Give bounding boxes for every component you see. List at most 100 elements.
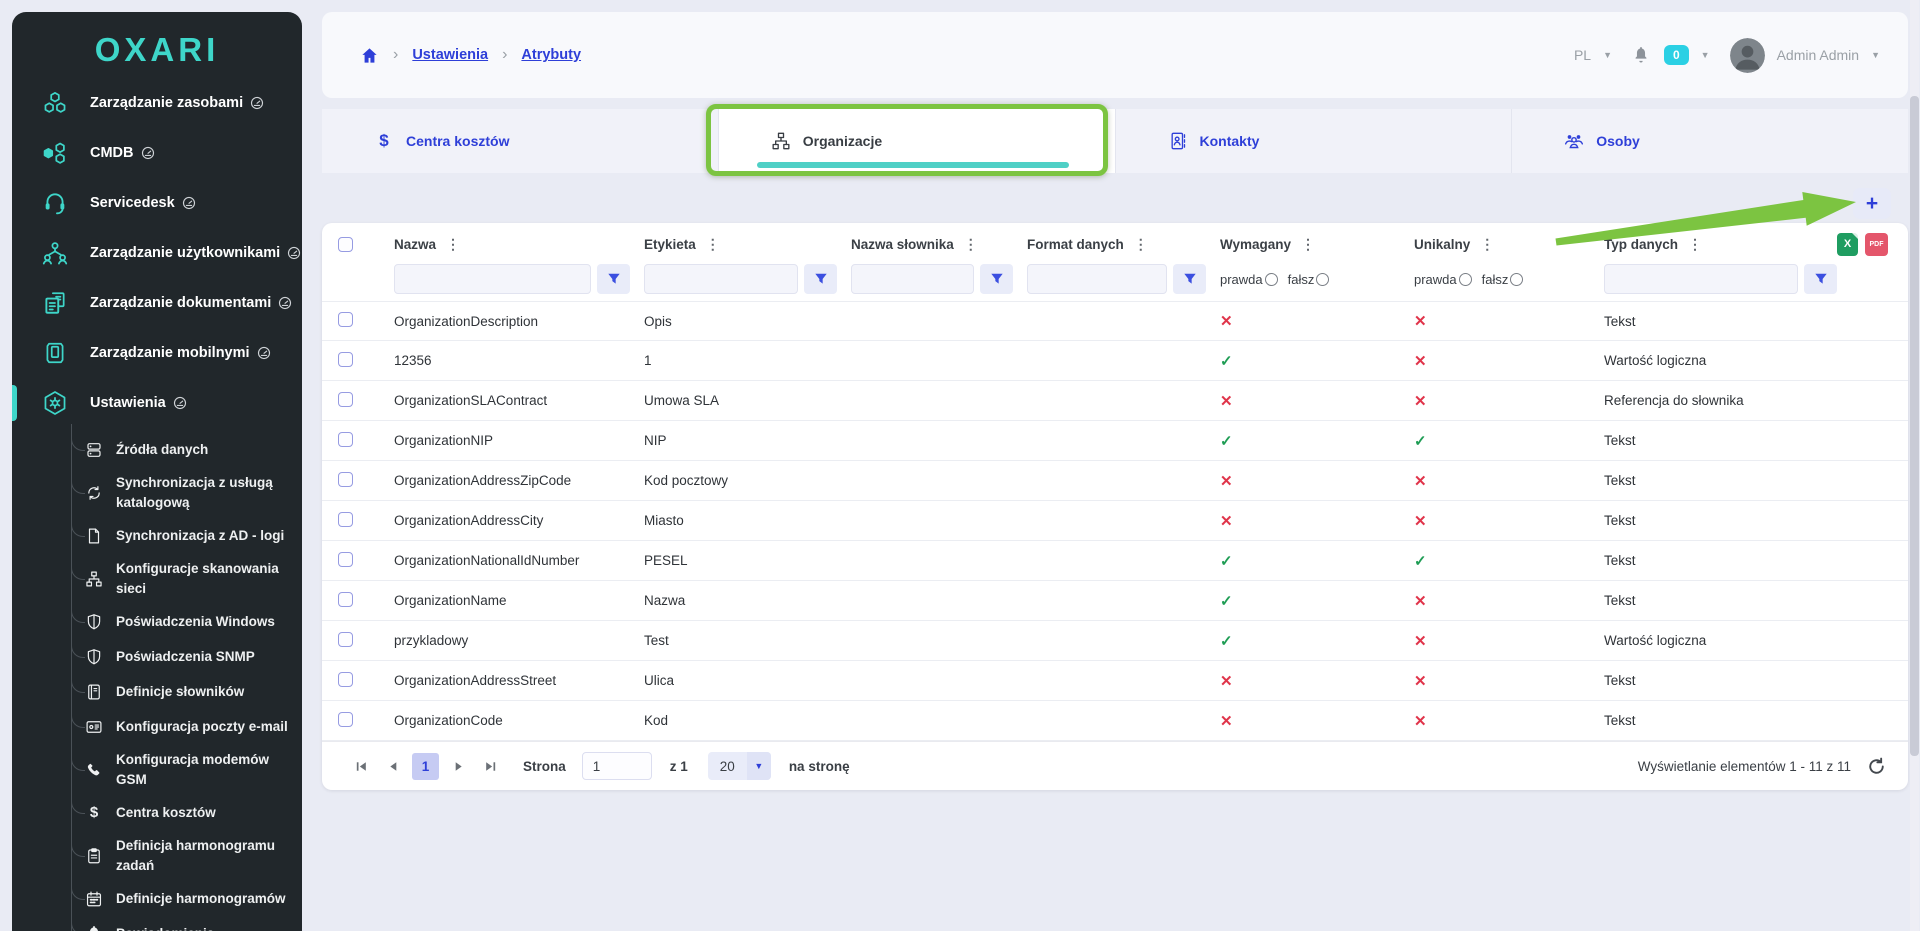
sidebar-subitem[interactable]: Konfiguracja poczty e-mail [12, 709, 302, 744]
current-page-button[interactable]: 1 [412, 753, 439, 780]
sidebar-subitem[interactable]: Definicje słowników [12, 674, 302, 709]
prev-page-icon[interactable] [380, 753, 406, 779]
refresh-icon[interactable] [1867, 757, 1886, 776]
scrollbar-thumb[interactable] [1910, 96, 1919, 756]
breadcrumb-link-ustawienia[interactable]: Ustawienia [412, 47, 488, 63]
column-header-nazwa-slownika: Nazwa słownika [851, 237, 954, 252]
sidebar: OXARI Zarządzanie zasobami CMDB Serviced… [12, 12, 302, 931]
tab-label: Organizacje [803, 133, 882, 149]
table-row[interactable]: OrganizationNIP NIP ✓ ✓ Tekst [322, 421, 1908, 461]
row-checkbox[interactable] [338, 632, 353, 647]
sidebar-item[interactable]: Zarządzanie dokumentami [12, 278, 302, 328]
filter-funnel-icon[interactable] [597, 264, 630, 294]
sidebar-subitem-label: Poświadczenia SNMP [116, 647, 255, 667]
table-row[interactable]: 12356 1 ✓ ✕ Wartość logiczna [322, 341, 1908, 381]
filter-funnel-icon[interactable] [980, 264, 1013, 294]
first-page-icon[interactable] [348, 753, 374, 779]
page-size-select[interactable]: 20 ▼ [708, 752, 771, 780]
radio-falsz[interactable] [1316, 273, 1329, 286]
chevron-down-icon[interactable]: ▼ [1871, 50, 1880, 60]
row-checkbox[interactable] [338, 312, 353, 327]
row-checkbox[interactable] [338, 592, 353, 607]
row-checkbox[interactable] [338, 672, 353, 687]
sidebar-item[interactable]: Zarządzanie użytkownikami [12, 228, 302, 278]
table-row[interactable]: przykladowy Test ✓ ✕ Wartość logiczna [322, 621, 1908, 661]
table-row[interactable]: OrganizationDescription Opis ✕ ✕ Tekst [322, 301, 1908, 341]
sidebar-subitem[interactable]: Źródła danych [12, 432, 302, 467]
sidebar-item[interactable]: CMDB [12, 128, 302, 178]
sidebar-item-label: Zarządzanie mobilnymi [90, 345, 250, 361]
table-row[interactable]: OrganizationNationalIdNumber PESEL ✓ ✓ T… [322, 541, 1908, 581]
column-menu-icon[interactable]: ⋮ [964, 236, 978, 253]
column-menu-icon[interactable]: ⋮ [706, 236, 720, 253]
filter-input-format-danych[interactable] [1027, 264, 1167, 294]
sidebar-subitem[interactable]: Poświadczenia SNMP [12, 639, 302, 674]
table-row[interactable]: OrganizationAddressStreet Ulica ✕ ✕ Teks… [322, 661, 1908, 701]
sidebar-subitem[interactable]: Konfiguracja modemów GSM [12, 744, 302, 795]
filter-funnel-icon[interactable] [1804, 264, 1837, 294]
tab[interactable]: Organizacje [719, 109, 1116, 173]
unique-mark: ✕ [1414, 313, 1427, 330]
tab[interactable]: Osoby [1512, 109, 1908, 173]
next-page-icon[interactable] [445, 753, 471, 779]
table-row[interactable]: OrganizationName Nazwa ✓ ✕ Tekst [322, 581, 1908, 621]
sidebar-subitem[interactable]: Konfiguracje skanowania sieci [12, 553, 302, 604]
select-all-checkbox[interactable] [338, 237, 353, 252]
column-menu-icon[interactable]: ⋮ [1134, 236, 1148, 253]
row-checkbox[interactable] [338, 472, 353, 487]
sidebar-subitem[interactable]: Definicja harmonogramu zadań [12, 830, 302, 881]
gauge-icon [250, 96, 264, 110]
sidebar-subitem[interactable]: Synchronizacja z AD - logi [12, 518, 302, 553]
column-menu-icon[interactable]: ⋮ [1688, 236, 1702, 253]
filter-input-typ-danych[interactable] [1604, 264, 1798, 294]
sidebar-item[interactable]: Ustawienia [12, 378, 302, 428]
filter-input-nazwa[interactable] [394, 264, 591, 294]
chevron-down-icon[interactable]: ▼ [1701, 50, 1710, 60]
table-row[interactable]: OrganizationAddressZipCode Kod pocztowy … [322, 461, 1908, 501]
chevron-down-icon[interactable]: ▼ [1603, 50, 1612, 60]
tab[interactable]: Kontakty [1116, 109, 1513, 173]
last-page-icon[interactable] [477, 753, 503, 779]
row-checkbox[interactable] [338, 352, 353, 367]
radio-prawda[interactable] [1265, 273, 1278, 286]
sidebar-item[interactable]: Zarządzanie mobilnymi [12, 328, 302, 378]
home-icon[interactable] [360, 46, 379, 65]
radio-prawda[interactable] [1459, 273, 1472, 286]
export-pdf-icon[interactable]: PDF [1865, 233, 1888, 256]
filter-funnel-icon[interactable] [804, 264, 837, 294]
export-excel-icon[interactable]: X [1837, 233, 1858, 256]
page-number-input[interactable] [582, 752, 652, 780]
sidebar-subitem[interactable]: Poświadczenia Windows [12, 604, 302, 639]
column-menu-icon[interactable]: ⋮ [1301, 236, 1315, 253]
sidebar-subitem-label: Konfiguracje skanowania sieci [116, 559, 292, 598]
add-attribute-button[interactable]: + [1853, 188, 1891, 219]
sidebar-subitem[interactable]: $ Centra kosztów [12, 795, 302, 830]
row-checkbox[interactable] [338, 512, 353, 527]
column-menu-icon[interactable]: ⋮ [1480, 236, 1494, 253]
filter-input-etykieta[interactable] [644, 264, 798, 294]
radio-label-prawda: prawda [1220, 272, 1263, 287]
breadcrumb-link-atrybuty[interactable]: Atrybuty [521, 47, 581, 63]
avatar[interactable] [1730, 38, 1765, 73]
row-checkbox[interactable] [338, 552, 353, 567]
tab[interactable]: $ Centra kosztów [322, 109, 719, 173]
row-checkbox[interactable] [338, 392, 353, 407]
sidebar-subitem[interactable]: Powiadomienia [12, 917, 302, 931]
filter-funnel-icon[interactable] [1173, 264, 1206, 294]
user-name[interactable]: Admin Admin [1777, 47, 1859, 63]
row-checkbox[interactable] [338, 432, 353, 447]
table-row[interactable]: OrganizationAddressCity Miasto ✕ ✕ Tekst [322, 501, 1908, 541]
table-row[interactable]: OrganizationCode Kod ✕ ✕ Tekst [322, 701, 1908, 741]
bell-icon[interactable] [1632, 45, 1650, 65]
row-checkbox[interactable] [338, 712, 353, 727]
table-row[interactable]: OrganizationSLAContract Umowa SLA ✕ ✕ Re… [322, 381, 1908, 421]
radio-falsz[interactable] [1510, 273, 1523, 286]
sidebar-subitem[interactable]: Definicje harmonogramów [12, 882, 302, 917]
sidebar-item[interactable]: Zarządzanie zasobami [12, 78, 302, 128]
filter-input-nazwa-slownika[interactable] [851, 264, 974, 294]
items-summary: Wyświetlanie elementów 1 - 11 z 11 [1638, 757, 1886, 776]
sidebar-subitem[interactable]: Synchronizacja z usługą katalogową [12, 467, 302, 518]
column-menu-icon[interactable]: ⋮ [446, 236, 460, 253]
sidebar-item[interactable]: Servicedesk [12, 178, 302, 228]
language-selector[interactable]: PL [1574, 47, 1591, 63]
